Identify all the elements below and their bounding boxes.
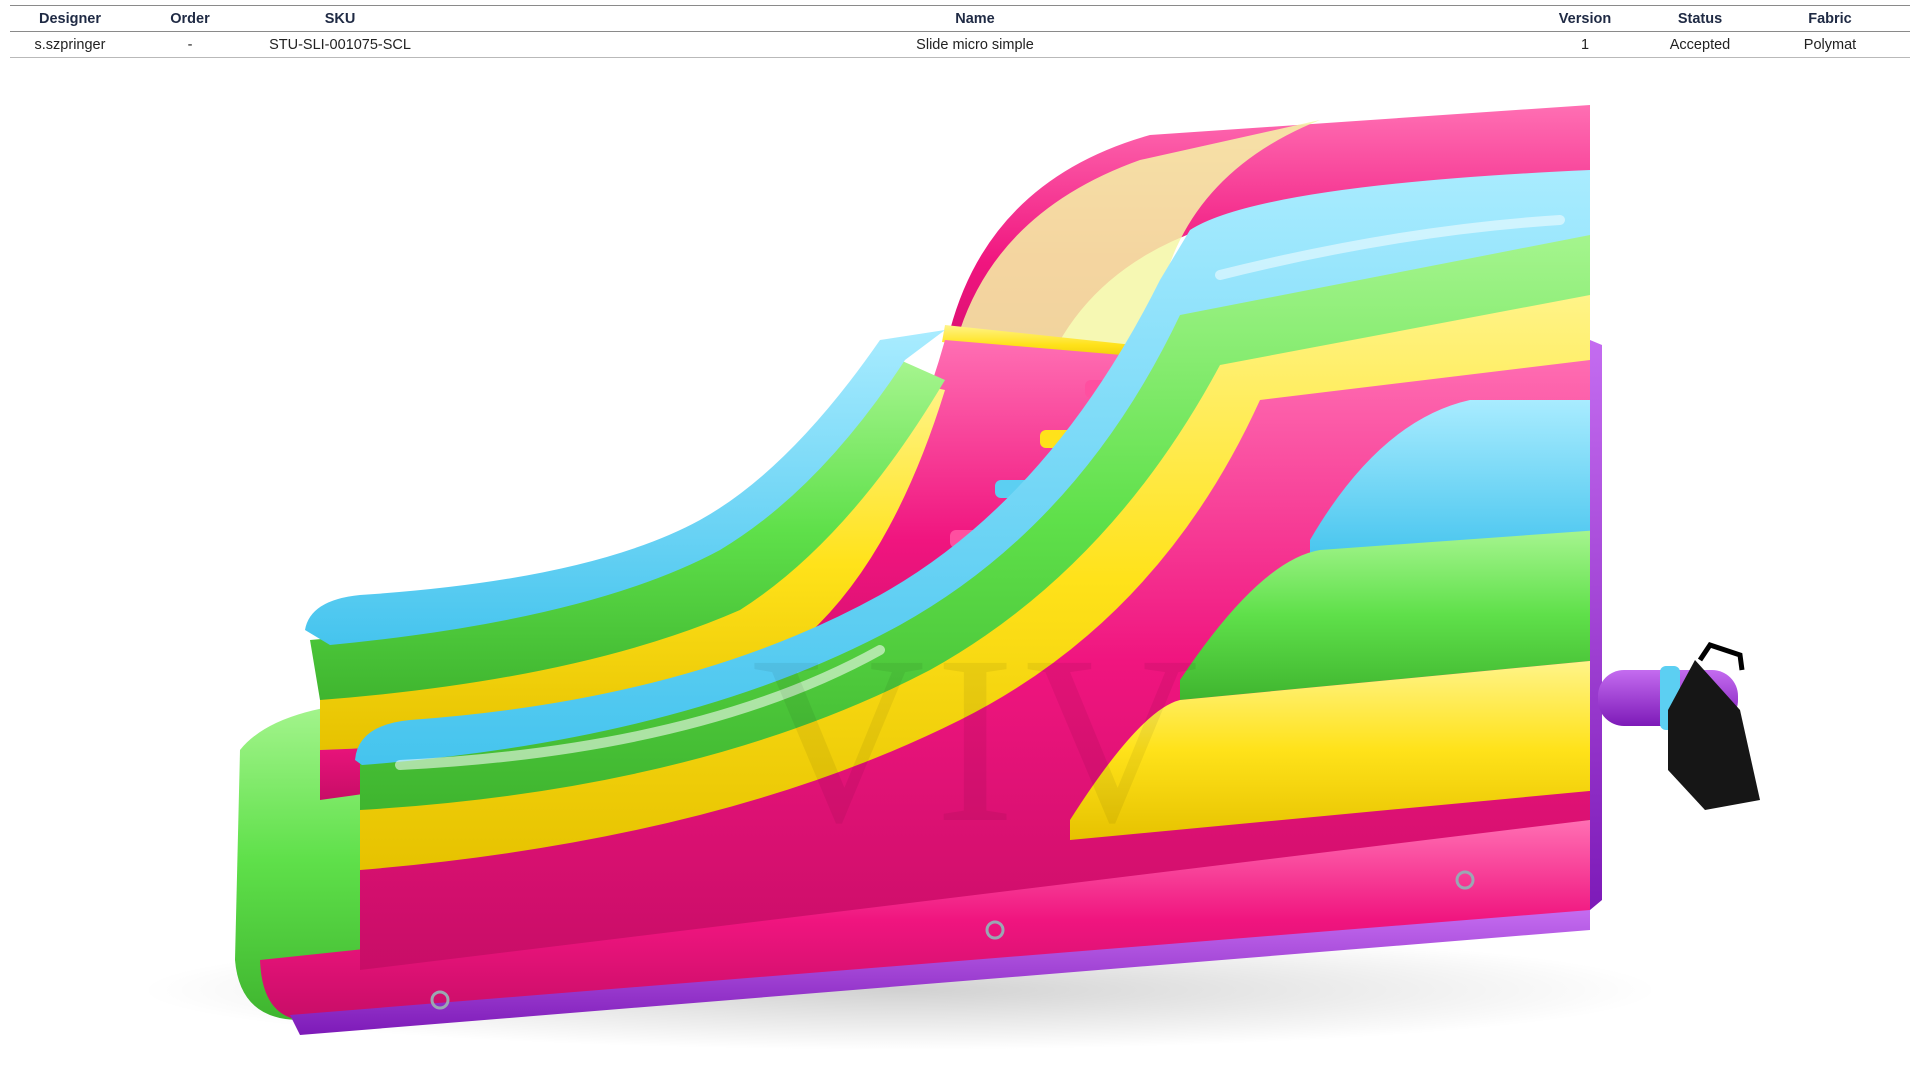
header-name: Name bbox=[430, 5, 1520, 32]
cell-designer: s.szpringer bbox=[10, 31, 130, 58]
product-render: VIV bbox=[0, 60, 1920, 1080]
header-fabric: Fabric bbox=[1750, 5, 1910, 32]
inflatable-slide-illustration: VIV bbox=[140, 105, 1760, 1050]
header-order: Order bbox=[130, 5, 250, 32]
watermark-text: VIV bbox=[752, 606, 1209, 872]
cell-name: Slide micro simple bbox=[430, 31, 1520, 58]
cell-sku: STU-SLI-001075-SCL bbox=[250, 31, 430, 58]
table-header-row: Designer Order SKU Name Version Status F… bbox=[10, 5, 1910, 32]
cell-order: - bbox=[130, 31, 250, 58]
cell-fabric: Polymat bbox=[1750, 31, 1910, 58]
cell-version: 1 bbox=[1520, 31, 1650, 58]
side-panel-purple-edge bbox=[1590, 340, 1602, 910]
product-info-table: Designer Order SKU Name Version Status F… bbox=[10, 5, 1910, 58]
cell-status: Accepted bbox=[1650, 31, 1750, 58]
header-sku: SKU bbox=[250, 5, 430, 32]
header-designer: Designer bbox=[10, 5, 130, 32]
table-row: s.szpringer - STU-SLI-001075-SCL Slide m… bbox=[10, 31, 1910, 58]
blower-handle bbox=[1697, 642, 1745, 671]
header-version: Version bbox=[1520, 5, 1650, 32]
header-status: Status bbox=[1650, 5, 1750, 32]
